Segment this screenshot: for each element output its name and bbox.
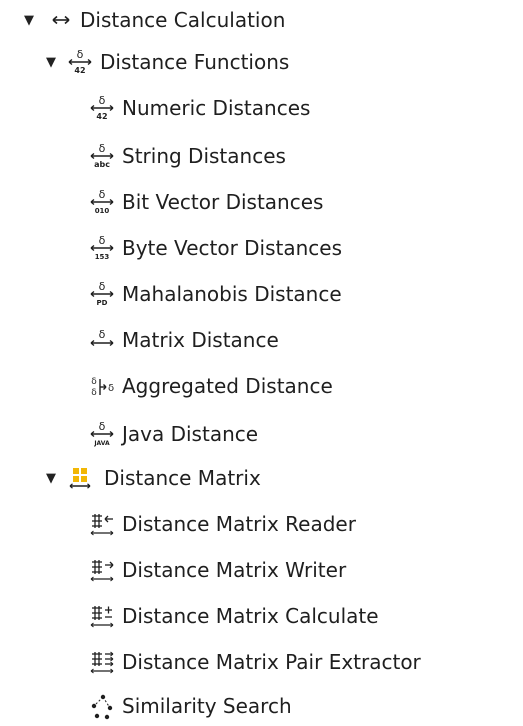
tree-leaf-aggregated-distance[interactable]: δ δ δ Aggregated Distance [88, 366, 333, 406]
tree-leaf-distance-matrix-calculate[interactable]: Distance Matrix Calculate [88, 596, 379, 636]
svg-text:42: 42 [96, 112, 107, 121]
distance-matrix-icon [68, 462, 92, 494]
svg-text:abc: abc [94, 160, 110, 169]
tree-node-distance-functions[interactable]: ▼ δ 42 Distance Functions [46, 42, 289, 82]
svg-text:PD: PD [97, 299, 108, 307]
tree-leaf-string-distances[interactable]: δ abc String Distances [88, 136, 286, 176]
tree-leaf-java-distance[interactable]: δ JAVA Java Distance [88, 414, 258, 454]
svg-text:δ: δ [77, 48, 84, 61]
svg-text:δ: δ [91, 388, 97, 398]
svg-text:42: 42 [74, 66, 85, 75]
matrix-calculate-icon [88, 600, 116, 632]
svg-text:δ: δ [99, 420, 106, 433]
matrix-reader-icon [88, 508, 116, 540]
tree-node-label: Distance Functions [100, 50, 290, 74]
svg-text:010: 010 [95, 207, 110, 215]
tree-leaf-distance-matrix-writer[interactable]: Distance Matrix Writer [88, 550, 346, 590]
tree-leaf-label: Bit Vector Distances [122, 190, 324, 214]
matrix-pair-extractor-icon [88, 646, 116, 678]
tree-leaf-distance-matrix-pair-extractor[interactable]: Distance Matrix Pair Extractor [88, 642, 421, 682]
tree-leaf-label: Mahalanobis Distance [122, 282, 342, 306]
java-distance-icon: δ JAVA [88, 418, 116, 450]
tree-leaf-label: Matrix Distance [122, 328, 279, 352]
numeric-distance-icon: δ 42 [66, 46, 94, 78]
tree-leaf-label: Distance Matrix Calculate [122, 604, 379, 628]
bit-vector-distance-icon: δ 010 [88, 186, 116, 218]
node-tree: ▼ Distance Calculation ▼ δ 42 Distance F… [0, 0, 523, 723]
aggregated-distance-icon: δ δ δ [88, 370, 116, 402]
svg-text:δ: δ [108, 383, 114, 394]
matrix-distance-icon: δ [88, 324, 116, 356]
expand-arrow-icon[interactable]: ▼ [24, 0, 46, 40]
tree-leaf-label: Similarity Search [122, 694, 292, 718]
tree-leaf-mahalanobis-distance[interactable]: δ PD Mahalanobis Distance [88, 274, 342, 314]
tree-leaf-bit-vector-distances[interactable]: δ 010 Bit Vector Distances [88, 182, 323, 222]
tree-leaf-similarity-search[interactable]: Similarity Search [88, 686, 292, 726]
tree-leaf-numeric-distances[interactable]: δ 42 Numeric Distances [88, 88, 310, 128]
numeric-distance-icon: δ 42 [88, 92, 116, 124]
tree-leaf-byte-vector-distances[interactable]: δ 153 Byte Vector Distances [88, 228, 342, 268]
tree-leaf-label: Distance Matrix Reader [122, 512, 356, 536]
svg-text:JAVA: JAVA [93, 440, 110, 447]
svg-text:δ: δ [99, 188, 106, 201]
tree-leaf-label: Aggregated Distance [122, 374, 333, 398]
matrix-writer-icon [88, 554, 116, 586]
svg-text:δ: δ [91, 377, 97, 387]
svg-text:δ: δ [99, 328, 106, 341]
tree-node-label: Distance Calculation [80, 8, 286, 32]
tree-leaf-label: Numeric Distances [122, 96, 311, 120]
expand-arrow-icon[interactable]: ▼ [46, 42, 64, 82]
tree-leaf-matrix-distance[interactable]: δ Matrix Distance [88, 320, 279, 360]
tree-node-label: Distance Matrix [104, 466, 261, 490]
tree-leaf-label: Distance Matrix Writer [122, 558, 347, 582]
tree-leaf-label: Distance Matrix Pair Extractor [122, 650, 421, 674]
tree-node-distance-calculation[interactable]: ▼ Distance Calculation [24, 0, 285, 40]
string-distance-icon: δ abc [88, 140, 116, 172]
arrow-double-icon [50, 4, 72, 36]
tree-leaf-label: String Distances [122, 144, 286, 168]
tree-leaf-label: Byte Vector Distances [122, 236, 343, 260]
byte-vector-distance-icon: δ 153 [88, 232, 116, 264]
svg-text:153: 153 [95, 253, 110, 261]
tree-leaf-distance-matrix-reader[interactable]: Distance Matrix Reader [88, 504, 356, 544]
svg-text:δ: δ [99, 234, 106, 247]
svg-text:δ: δ [99, 142, 106, 155]
similarity-search-icon [88, 690, 116, 722]
tree-leaf-label: Java Distance [122, 422, 259, 446]
svg-text:δ: δ [99, 280, 106, 293]
expand-arrow-icon[interactable]: ▼ [46, 458, 64, 498]
svg-text:δ: δ [99, 94, 106, 107]
mahalanobis-distance-icon: δ PD [88, 278, 116, 310]
tree-node-distance-matrix[interactable]: ▼ Distance Matrix [46, 458, 261, 498]
